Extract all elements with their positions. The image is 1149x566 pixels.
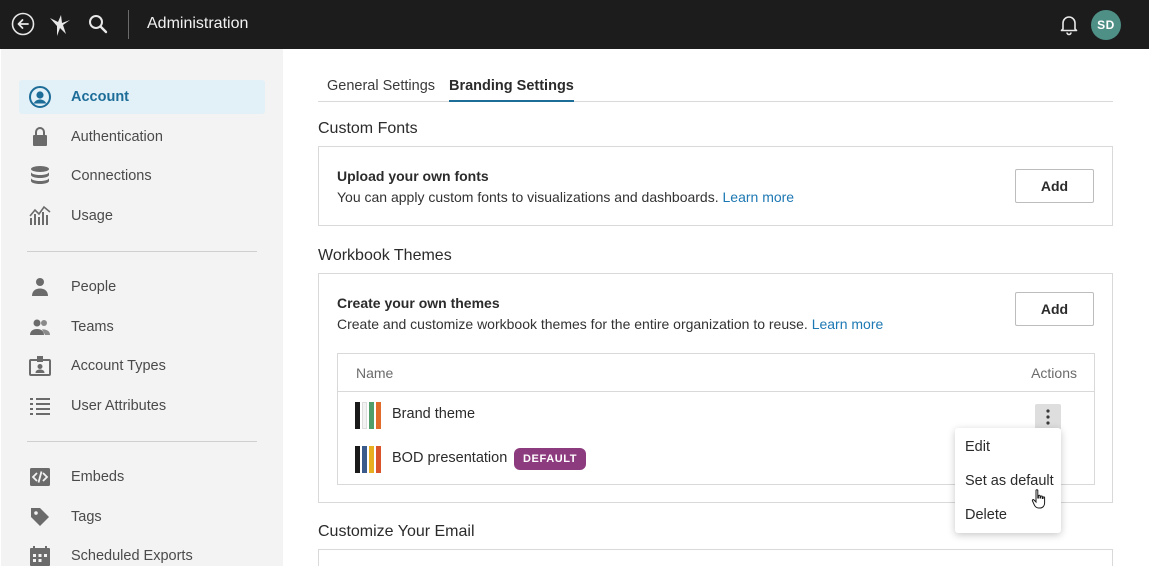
section-title-custom-fonts: Custom Fonts <box>318 120 418 137</box>
add-font-button[interactable]: Add <box>1015 169 1094 203</box>
sidebar-item-embeds[interactable]: Embeds <box>19 460 265 494</box>
add-theme-button[interactable]: Add <box>1015 292 1094 326</box>
sidebar-item-label: Embeds <box>71 469 125 485</box>
person-icon <box>28 275 52 299</box>
menu-item-edit[interactable]: Edit <box>955 432 1061 462</box>
sidebar-item-scheduled-exports[interactable]: Scheduled Exports <box>19 539 265 566</box>
tag-icon <box>28 505 52 529</box>
usage-chart-icon <box>28 204 52 228</box>
sidebar-item-label: Account Types <box>71 358 166 374</box>
database-icon <box>28 164 52 188</box>
sidebar-item-label: Scheduled Exports <box>71 548 193 564</box>
sidebar-item-connections[interactable]: Connections <box>19 159 265 193</box>
learn-more-link[interactable]: Learn more <box>812 316 884 332</box>
top-bar: Administration SD <box>0 0 1149 49</box>
card-description: You can apply custom fonts to visualizat… <box>337 189 795 205</box>
sidebar-item-tags[interactable]: Tags <box>19 500 265 534</box>
calendar-icon <box>28 544 52 566</box>
bell-icon[interactable] <box>1057 12 1081 36</box>
sidebar: Account Authentication Connections Usage… <box>1 49 283 566</box>
custom-fonts-card: Upload your own fonts You can apply cust… <box>318 146 1113 226</box>
sidebar-item-label: Connections <box>71 168 152 184</box>
settings-tabs: General Settings Branding Settings <box>318 74 1113 102</box>
logo-icon[interactable] <box>48 12 72 36</box>
sidebar-item-authentication[interactable]: Authentication <box>19 120 265 154</box>
sidebar-item-teams[interactable]: Teams <box>19 310 265 344</box>
more-actions-button[interactable] <box>1035 404 1061 430</box>
table-header: Name Actions <box>338 354 1094 392</box>
sidebar-item-label: Usage <box>71 208 113 224</box>
theme-color-swatch <box>355 446 383 473</box>
sidebar-item-account-types[interactable]: Account Types <box>19 349 265 383</box>
sidebar-item-label: Account <box>71 89 129 105</box>
back-icon[interactable] <box>11 12 35 36</box>
sidebar-item-usage[interactable]: Usage <box>19 199 265 233</box>
sidebar-item-account[interactable]: Account <box>19 80 265 114</box>
sidebar-item-label: Teams <box>71 319 114 335</box>
tab-branding-settings[interactable]: Branding Settings <box>449 78 574 102</box>
account-icon <box>28 85 52 109</box>
sidebar-item-people[interactable]: People <box>19 270 265 304</box>
sidebar-item-label: User Attributes <box>71 398 167 414</box>
tab-general-settings[interactable]: General Settings <box>327 78 435 100</box>
customize-email-card <box>318 549 1113 566</box>
card-title: Create your own themes <box>337 295 500 311</box>
theme-name: BOD presentation <box>392 450 508 466</box>
sidebar-item-label: People <box>71 279 117 295</box>
default-badge: DEFAULT <box>514 448 587 470</box>
page-title: Administration <box>147 15 249 32</box>
sidebar-item-user-attributes[interactable]: User Attributes <box>19 389 265 423</box>
section-title-customize-email: Customize Your Email <box>318 523 475 540</box>
sidebar-divider <box>27 251 257 252</box>
sidebar-item-label: Tags <box>71 509 102 525</box>
team-icon <box>28 315 52 339</box>
hand-cursor-icon <box>1031 489 1046 509</box>
section-title-workbook-themes: Workbook Themes <box>318 247 452 264</box>
column-header-name: Name <box>356 365 394 381</box>
theme-name: Brand theme <box>392 406 476 422</box>
learn-more-link[interactable]: Learn more <box>723 189 795 205</box>
card-title: Upload your own fonts <box>337 168 489 184</box>
sidebar-item-label: Authentication <box>71 129 163 145</box>
avatar[interactable]: SD <box>1091 10 1121 40</box>
search-icon[interactable] <box>86 12 110 36</box>
kebab-icon <box>1046 409 1050 425</box>
card-description: Create and customize workbook themes for… <box>337 316 884 332</box>
list-icon <box>28 394 52 418</box>
theme-actions-menu: Edit Set as default Delete <box>955 428 1061 533</box>
code-icon <box>28 465 52 489</box>
topbar-divider <box>128 10 129 39</box>
column-header-actions: Actions <box>1031 365 1077 381</box>
lock-icon <box>28 125 52 149</box>
sidebar-divider <box>27 441 257 442</box>
id-badge-icon <box>28 354 52 378</box>
theme-color-swatch <box>355 402 383 429</box>
